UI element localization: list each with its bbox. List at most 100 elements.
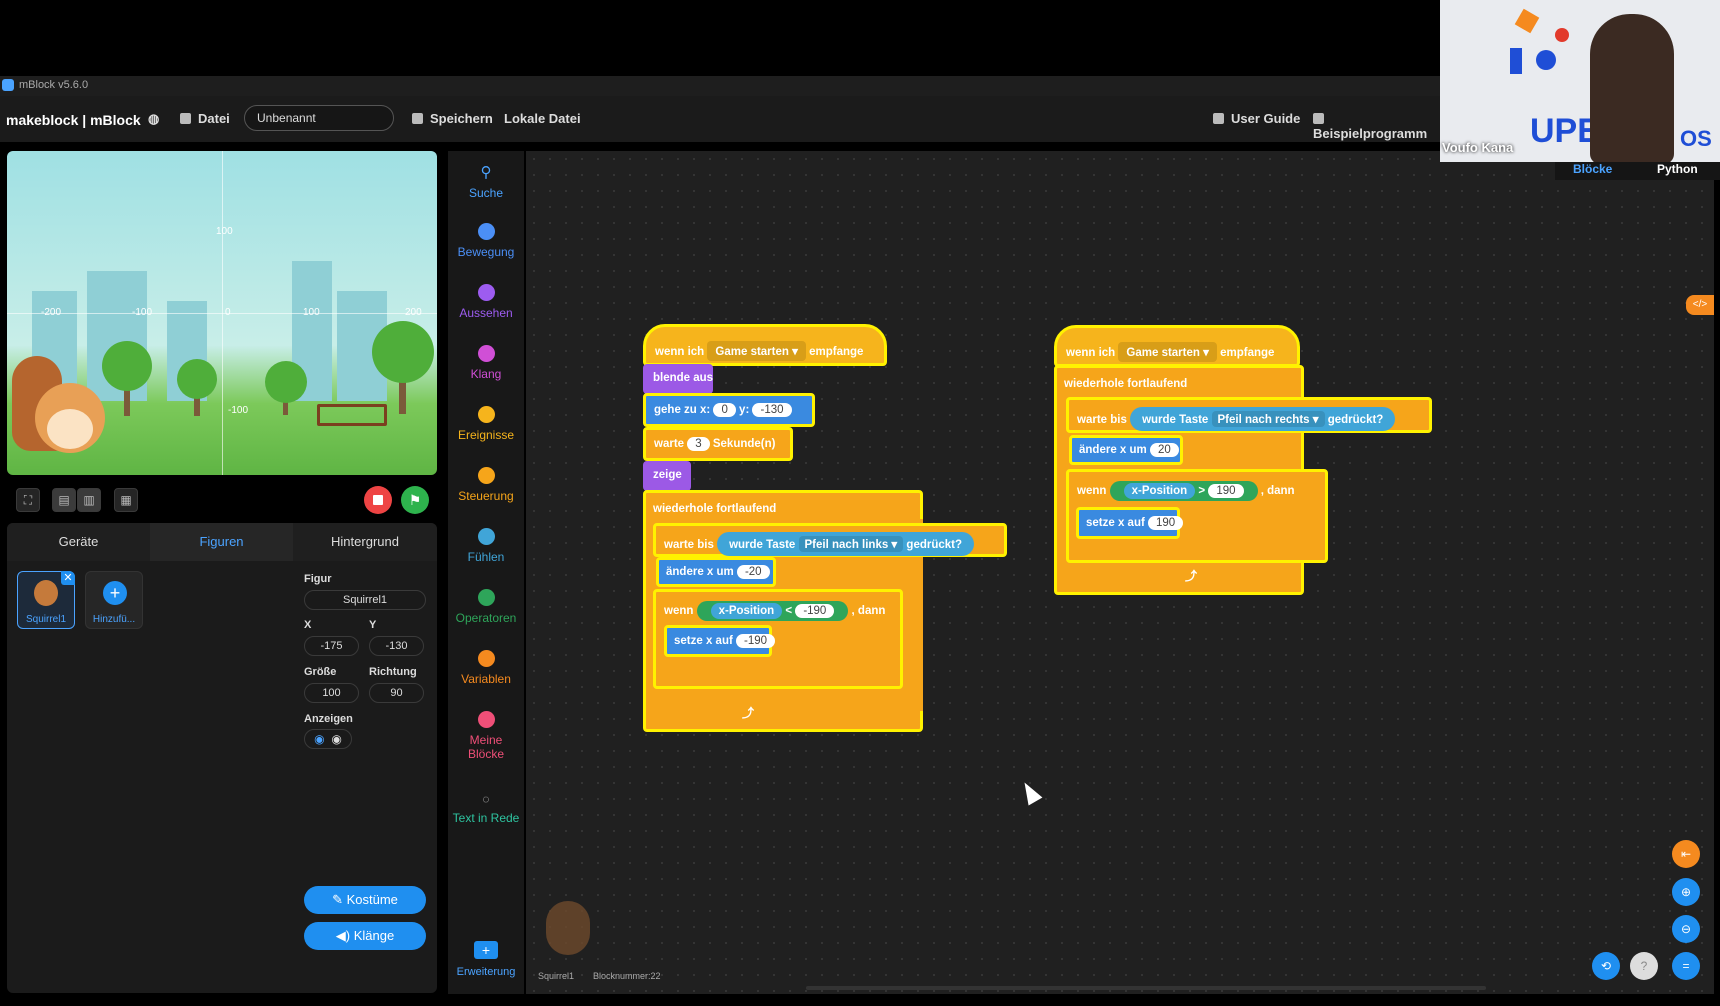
key-pressed-block[interactable]: wurde Taste Pfeil nach links ▾ gedrückt? [717, 532, 975, 556]
greater-than-block[interactable]: x-Position > 190 [1109, 481, 1258, 501]
figure-name-input[interactable]: Squirrel1 [304, 590, 426, 610]
category-label: Text in Rede [452, 811, 520, 825]
tab-backdrop[interactable]: Hintergrund [293, 523, 437, 561]
set-x-block[interactable]: setze x auf -190 [664, 625, 776, 657]
block-categories: ⚲ Suche Bewegung Aussehen Klang Ereigniss… [448, 151, 524, 994]
squirrel-icon [34, 580, 58, 606]
hide-block[interactable]: blende aus [643, 364, 713, 394]
category-label: Suche [468, 186, 504, 200]
wait-until-block[interactable]: warte bis wurde Taste Pfeil nach links ▾… [653, 523, 1007, 557]
stop-button[interactable] [364, 486, 392, 514]
show-eye-icon[interactable]: ◉ [314, 732, 324, 746]
wait-seconds-block[interactable]: warte 3 Sekunde(n) [643, 427, 793, 461]
direction-input[interactable]: 90 [369, 683, 424, 703]
compare-input[interactable]: -190 [795, 604, 835, 618]
change-x-input[interactable]: 20 [1149, 443, 1179, 457]
goto-xy-block[interactable]: gehe zu x: 0 y: -130 [643, 393, 815, 427]
zoom-out-icon[interactable]: ⊖ [1672, 915, 1700, 943]
category-variables[interactable]: Variablen [448, 650, 524, 686]
normal-stage-icon[interactable]: ▥ [77, 488, 101, 512]
when-receive-block[interactable]: wenn ich Game starten ▾ empfange [643, 324, 887, 366]
tree [265, 361, 307, 403]
category-sound[interactable]: Klang [448, 345, 524, 381]
when-receive-block[interactable]: wenn ich Game starten ▾ empfange [1054, 325, 1300, 367]
y-input[interactable]: -130 [369, 636, 424, 656]
code-view-icon[interactable]: </> [1686, 295, 1714, 315]
examples-button[interactable]: Beispielprogramm [1313, 111, 1440, 141]
delete-icon[interactable]: ✕ [61, 571, 75, 585]
category-label: Aussehen [459, 306, 513, 320]
script-workspace[interactable]: wenn ich Game starten ▾ empfange blende … [526, 151, 1714, 994]
extension-button[interactable]: + Erweiterung [448, 941, 524, 978]
set-x-input[interactable]: 190 [1148, 516, 1184, 530]
seconds-input[interactable]: 3 [687, 437, 710, 451]
sprite-thumb-squirrel[interactable]: Squirrel1 ✕ [17, 571, 75, 629]
x-input[interactable]: -175 [304, 636, 359, 656]
grid-layout-icon[interactable]: ▦ [114, 488, 138, 512]
hide-eye-icon[interactable]: ◉ [331, 732, 341, 746]
project-name-input[interactable] [244, 105, 394, 131]
category-motion[interactable]: Bewegung [448, 223, 524, 259]
small-stage-icon[interactable]: ▤ [52, 488, 76, 512]
grid-label: 100 [216, 226, 233, 237]
stage-canvas[interactable]: 100 -200 -100 0 100 200 -100 [7, 151, 437, 475]
key-dropdown[interactable]: Pfeil nach links ▾ [798, 536, 904, 552]
fullscreen-icon[interactable]: ⛶ [16, 488, 40, 512]
y-label: Y [369, 619, 377, 631]
category-search[interactable]: ⚲ Suche [448, 163, 524, 200]
category-label: Steuerung [458, 489, 514, 503]
key-dropdown[interactable]: Pfeil nach rechts ▾ [1211, 411, 1325, 427]
x-value-input[interactable]: 0 [713, 403, 736, 417]
change-x-block[interactable]: ändere x um -20 [656, 557, 776, 587]
tab-devices[interactable]: Geräte [7, 523, 150, 561]
compare-input[interactable]: 190 [1208, 484, 1244, 498]
set-x-block[interactable]: setze x auf 190 [1076, 507, 1184, 539]
save-button[interactable]: Speichern [412, 111, 493, 126]
y-value-input[interactable]: -130 [752, 403, 792, 417]
green-flag-button[interactable]: ⚑ [401, 486, 429, 514]
category-control[interactable]: Steuerung [448, 467, 524, 503]
key-pressed-block[interactable]: wurde Taste Pfeil nach rechts ▾ gedrückt… [1130, 407, 1396, 431]
add-sprite-button[interactable]: + Hinzufü... [85, 571, 143, 629]
less-than-block[interactable]: x-Position < -190 [696, 601, 849, 621]
local-file-button[interactable]: Lokale Datei [504, 111, 581, 126]
file-menu[interactable]: Datei [180, 111, 230, 126]
show-block[interactable]: zeige [643, 461, 691, 491]
tab-python[interactable]: Python [1657, 162, 1698, 176]
message-dropdown[interactable]: Game starten ▾ [1118, 342, 1217, 362]
sounds-label: Klänge [353, 928, 395, 943]
set-x-input[interactable]: -190 [736, 634, 776, 648]
brush-icon: ✎ [332, 892, 347, 907]
wait-until-block[interactable]: warte bis wurde Taste Pfeil nach rechts … [1066, 397, 1432, 433]
user-guide-button[interactable]: User Guide [1213, 111, 1300, 126]
category-text-to-speech[interactable]: ◌ Text in Rede [448, 792, 524, 825]
change-x-input[interactable]: -20 [736, 565, 770, 579]
reset-zoom-icon[interactable]: = [1672, 952, 1700, 980]
help-icon[interactable]: ? [1630, 952, 1658, 980]
category-sensing[interactable]: Fühlen [448, 528, 524, 564]
category-operators[interactable]: Operatoren [448, 589, 524, 625]
zoom-in-icon[interactable]: ⊕ [1672, 878, 1700, 906]
category-events[interactable]: Ereignisse [448, 406, 524, 442]
sound-dot-icon [477, 345, 495, 362]
category-my-blocks[interactable]: Meine Blöcke [448, 711, 524, 761]
category-label: Meine Blöcke [467, 733, 505, 761]
globe-icon[interactable]: ◍ [148, 111, 159, 127]
figure-label: Figur [304, 573, 332, 585]
tab-blocks[interactable]: Blöcke [1573, 162, 1612, 176]
refresh-icon[interactable]: ⟲ [1592, 952, 1620, 980]
user-guide-label: User Guide [1231, 111, 1301, 126]
size-label: Größe [304, 666, 337, 678]
message-dropdown[interactable]: Game starten ▾ [707, 341, 806, 361]
horizontal-scrollbar[interactable] [806, 986, 1486, 990]
costumes-button[interactable]: ✎ Kostüme [304, 886, 426, 914]
change-x-block[interactable]: ändere x um 20 [1069, 435, 1183, 465]
tab-sprites[interactable]: Figuren [150, 523, 293, 561]
category-looks[interactable]: Aussehen [448, 284, 524, 320]
collapse-icon[interactable]: ⇤ [1672, 840, 1700, 868]
size-input[interactable]: 100 [304, 683, 359, 703]
category-label: Variablen [461, 672, 511, 686]
add-extension-icon: + [474, 941, 498, 959]
menu-bar: makeblock | mBlock ◍ Datei Speichern Lok… [0, 96, 1440, 142]
sounds-button[interactable]: ◀) Klänge [304, 922, 426, 950]
